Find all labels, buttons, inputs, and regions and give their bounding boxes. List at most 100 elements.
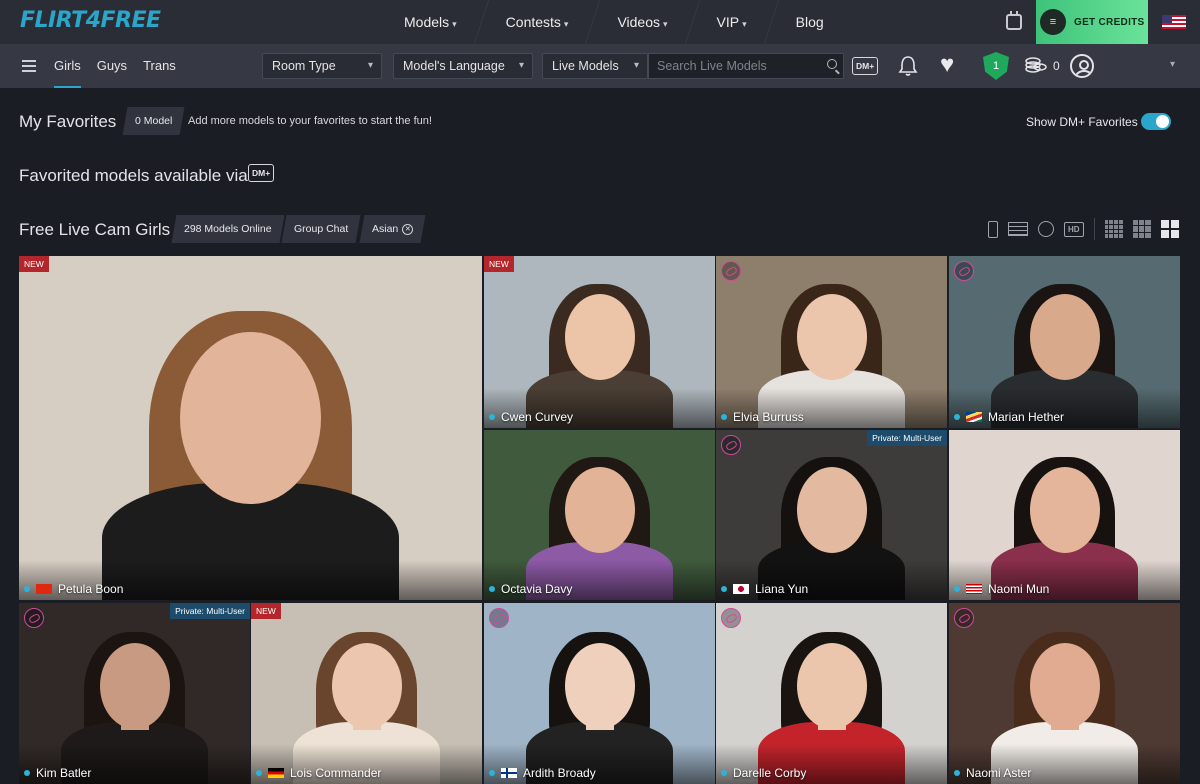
model-name-row: Elvia Burruss — [721, 410, 804, 424]
live-models-select[interactable]: Live Models ▾ — [542, 53, 648, 79]
online-status-icon — [489, 586, 495, 592]
us-flag-icon[interactable] — [1162, 15, 1186, 29]
coins-icon[interactable] — [1024, 56, 1048, 74]
grid-large-icon[interactable] — [1160, 220, 1179, 238]
model-card[interactable]: Ardith Broady — [484, 603, 715, 784]
room-type-select[interactable]: Room Type ▾ — [262, 53, 382, 79]
model-card[interactable]: NEW Lois Commander — [251, 603, 482, 784]
online-status-icon — [721, 586, 727, 592]
online-status-icon — [24, 586, 30, 592]
model-name-row: Darelle Corby — [721, 766, 806, 780]
nav-vip[interactable]: VIP ▾ — [693, 0, 771, 44]
nav-videos[interactable]: Videos ▾ — [593, 0, 691, 44]
online-status-icon — [24, 770, 30, 776]
model-card[interactable]: Elvia Burruss — [716, 256, 947, 428]
model-name-row: Naomi Aster — [954, 766, 1031, 780]
model-name[interactable]: Marian Hether — [988, 410, 1064, 424]
model-card[interactable]: Darelle Corby — [716, 603, 947, 784]
face-shape — [1029, 642, 1100, 729]
new-badge: NEW — [19, 256, 49, 272]
chevron-down-icon: ▾ — [518, 60, 524, 71]
dm-favorites-toggle-label: Show DM+ Favorites — [1026, 115, 1138, 129]
get-credits-label: GET CREDITS — [1074, 16, 1145, 28]
model-name[interactable]: Naomi Aster — [966, 766, 1031, 780]
country-flag-icon — [501, 768, 517, 778]
dm-plus-available-icon — [721, 608, 741, 628]
chevron-down-icon: ▾ — [452, 19, 457, 29]
dm-plus-icon[interactable]: DM+ — [852, 57, 879, 75]
model-name[interactable]: Kim Batler — [36, 766, 91, 780]
face-shape — [564, 293, 635, 380]
my-favorites-title: My Favorites — [19, 112, 117, 131]
model-card[interactable]: NEW Cwen Curvey — [484, 256, 715, 428]
remove-filter-icon[interactable]: ✕ — [402, 223, 414, 235]
dm-plus-available-icon — [489, 608, 509, 628]
face-shape — [564, 642, 635, 729]
get-credits-button[interactable]: ≡ GET CREDITS — [1036, 0, 1148, 44]
model-card[interactable]: Private: Multi-User Kim Batler — [19, 603, 250, 784]
dm-plus-available-icon — [721, 435, 741, 455]
nav-contests[interactable]: Contests ▾ — [482, 0, 593, 44]
model-name[interactable]: Elvia Burruss — [733, 410, 804, 424]
top-right-actions: ≡ GET CREDITS — [1006, 0, 1200, 44]
face-shape — [796, 642, 867, 729]
search-input[interactable]: Search Live Models — [648, 53, 844, 79]
divider — [1093, 218, 1095, 240]
nav-models[interactable]: Models ▾ — [380, 0, 481, 44]
online-status-icon — [256, 770, 262, 776]
online-status-icon — [489, 770, 495, 776]
menu-icon[interactable] — [22, 60, 36, 72]
model-name[interactable]: Octavia Davy — [501, 582, 572, 596]
model-language-select[interactable]: Model's Language ▾ — [393, 53, 533, 79]
online-status-icon — [954, 770, 960, 776]
dm-favorites-toggle[interactable] — [1141, 113, 1171, 130]
online-status-icon — [954, 586, 960, 592]
model-name-row: Lois Commander — [256, 766, 381, 780]
view-options: HD — [988, 218, 1189, 240]
user-account-icon[interactable] — [1070, 54, 1094, 78]
model-card[interactable]: NEW Petula Boon — [19, 256, 482, 600]
grid-medium-icon[interactable] — [1132, 220, 1151, 238]
tab-trans[interactable]: Trans — [143, 44, 176, 88]
bell-icon[interactable] — [898, 55, 918, 77]
heart-icon[interactable]: ♥ — [940, 53, 954, 77]
grid-small-icon[interactable] — [1104, 220, 1123, 238]
model-card[interactable]: Private: Multi-User Liana Yun — [716, 430, 947, 600]
model-card[interactable]: Naomi Aster — [949, 603, 1180, 784]
dm-plus-available-icon — [721, 261, 741, 281]
model-name[interactable]: Ardith Broady — [523, 766, 596, 780]
online-status-icon — [721, 414, 727, 420]
face-shape — [99, 642, 170, 729]
chevron-down-icon: ▾ — [633, 60, 639, 71]
gender-filter-icon[interactable] — [1038, 221, 1054, 237]
model-name-row: Petula Boon — [24, 582, 123, 596]
model-name[interactable]: Petula Boon — [58, 582, 123, 596]
tab-girls[interactable]: Girls — [54, 44, 81, 88]
group-chat-filter-pill[interactable]: Group Chat — [281, 215, 361, 243]
search-icon[interactable] — [827, 59, 837, 69]
favorited-via-title: Favorited models available via — [19, 166, 248, 185]
online-status-icon — [954, 414, 960, 420]
model-name-row: Kim Batler — [24, 766, 91, 780]
model-card[interactable]: Octavia Davy — [484, 430, 715, 600]
site-logo[interactable]: FLIRT4FREE — [20, 8, 161, 33]
desktop-filter-icon[interactable] — [1008, 222, 1028, 236]
model-card[interactable]: Naomi Mun — [949, 430, 1180, 600]
private-multi-user-badge: Private: Multi-User — [867, 430, 947, 446]
model-card[interactable]: Marian Hether — [949, 256, 1180, 428]
online-status-icon — [489, 414, 495, 420]
hd-filter-icon[interactable]: HD — [1064, 221, 1084, 237]
face-shape — [180, 331, 321, 505]
model-name[interactable]: Darelle Corby — [733, 766, 806, 780]
asian-filter-pill[interactable]: Asian ✕ — [359, 215, 426, 243]
model-name[interactable]: Cwen Curvey — [501, 410, 573, 424]
nav-blog[interactable]: Blog — [772, 0, 848, 44]
calendar-icon[interactable] — [1006, 11, 1022, 30]
mobile-filter-icon[interactable] — [988, 220, 998, 238]
model-name[interactable]: Lois Commander — [290, 766, 381, 780]
face-shape — [331, 642, 402, 729]
chevron-down-icon[interactable]: ▾ — [1170, 59, 1175, 70]
model-name[interactable]: Liana Yun — [755, 582, 808, 596]
tab-guys[interactable]: Guys — [97, 44, 127, 88]
model-name[interactable]: Naomi Mun — [988, 582, 1049, 596]
